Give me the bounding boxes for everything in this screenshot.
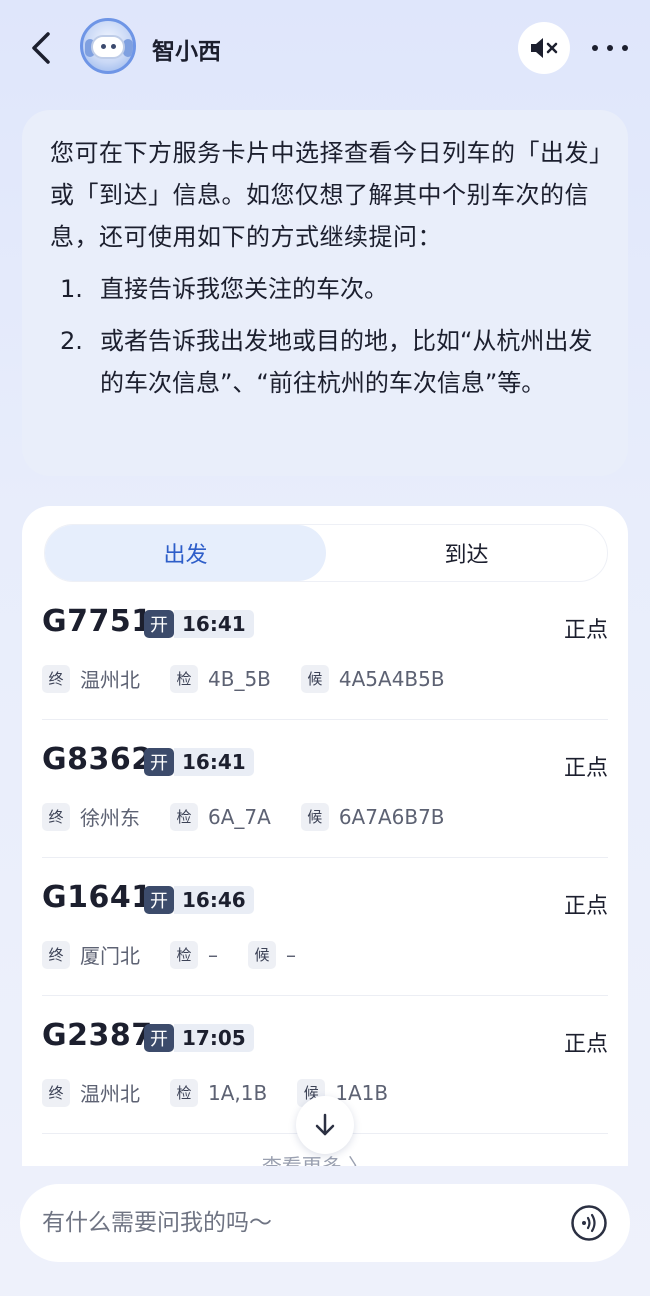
depart-tag: 开 — [144, 886, 174, 914]
list-number: 2. — [60, 327, 83, 355]
terminal-station: 温州北 — [80, 1082, 140, 1106]
check-tag: 检 — [170, 664, 198, 693]
message-list: 1. 直接告诉我您关注的车次。 2. 或者告诉我出发地或目的地，比如“从杭州出发… — [50, 268, 602, 404]
train-code: G7751 — [42, 604, 153, 639]
train-code: G1641 — [42, 880, 153, 915]
waiting-area: – — [286, 942, 296, 967]
depart-time: 17:05 — [174, 1024, 254, 1052]
message-list-item: 1. 直接告诉我您关注的车次。 — [50, 268, 602, 310]
train-status: 正点 — [563, 894, 608, 919]
chat-input-bar — [20, 1184, 630, 1262]
avatar-eye — [111, 44, 116, 49]
tab-depart[interactable]: 出发 — [45, 525, 326, 581]
speaker-mute-icon — [531, 38, 558, 58]
train-service-card: 出发 到达 G7751 开 16:41 正点 终 温州北 检 4B_5B 候 4… — [22, 506, 628, 1166]
more-dots-icon — [607, 45, 613, 51]
depart-tag: 开 — [144, 1024, 174, 1052]
bot-avatar[interactable] — [80, 18, 136, 74]
depart-time: 16:41 — [174, 610, 254, 638]
depart-tag: 开 — [144, 748, 174, 776]
check-gate: 4B_5B — [208, 666, 271, 691]
train-meta: 终 温州北 检 4B_5B 候 4A5A4B5B — [42, 664, 475, 693]
terminal-station: 徐州东 — [80, 806, 140, 830]
tab-arrive[interactable]: 到达 — [326, 525, 607, 581]
terminal-station: 温州北 — [80, 668, 140, 692]
wait-tag: 候 — [248, 940, 276, 969]
train-status: 正点 — [563, 756, 608, 781]
check-gate: – — [208, 942, 218, 967]
depart-time: 16:46 — [174, 886, 254, 914]
train-status: 正点 — [563, 618, 608, 643]
train-status: 正点 — [563, 1032, 608, 1057]
terminal-tag: 终 — [42, 664, 70, 693]
bot-message-bubble: 您可在下方服务卡片中选择查看今日列车的「出发」或「到达」信息。如您仅想了解其中个… — [22, 110, 628, 476]
depart-tag: 开 — [144, 610, 174, 638]
train-row[interactable]: G8362 开 16:41 正点 终 徐州东 检 6A_7A 候 6A7A6B7… — [42, 720, 608, 858]
check-tag: 检 — [170, 940, 198, 969]
bot-name: 智小西 — [152, 39, 221, 65]
wait-tag: 候 — [300, 664, 329, 693]
more-button[interactable] — [592, 36, 628, 60]
more-dots-icon — [592, 45, 598, 51]
voice-input-button[interactable] — [570, 1204, 608, 1242]
mute-button[interactable] — [518, 22, 570, 74]
avatar-eye — [101, 44, 106, 49]
train-code: G2387 — [42, 1018, 153, 1053]
train-meta: 终 厦门北 检 – 候 – — [42, 940, 326, 969]
more-dots-icon — [622, 45, 628, 51]
chevron-left-icon — [32, 32, 50, 64]
direction-tabs: 出发 到达 — [44, 524, 608, 582]
chat-input[interactable] — [42, 1202, 522, 1244]
back-button[interactable] — [26, 28, 58, 68]
list-number: 1. — [60, 275, 83, 303]
train-row[interactable]: G7751 开 16:41 正点 终 温州北 检 4B_5B 候 4A5A4B5… — [42, 582, 608, 720]
depart-time: 16:41 — [174, 748, 254, 776]
message-intro: 您可在下方服务卡片中选择查看今日列车的「出发」或「到达」信息。如您仅想了解其中个… — [50, 139, 602, 251]
train-meta: 终 温州北 检 1A,1B 候 1A1B — [42, 1078, 418, 1107]
terminal-station: 厦门北 — [80, 944, 140, 968]
message-list-item: 2. 或者告诉我出发地或目的地，比如“从杭州出发的车次信息”、“前往杭州的车次信… — [50, 320, 602, 404]
train-code: G8362 — [42, 742, 153, 777]
arrow-down-icon — [315, 1113, 335, 1136]
scroll-down-button[interactable] — [296, 1096, 354, 1154]
list-text: 直接告诉我您关注的车次。 — [100, 275, 388, 303]
voice-wave-icon — [571, 1205, 607, 1241]
train-row[interactable]: G1641 开 16:46 正点 终 厦门北 检 – 候 – — [42, 858, 608, 996]
train-meta: 终 徐州东 检 6A_7A 候 6A7A6B7B — [42, 802, 475, 831]
waiting-area: 1A1B — [335, 1080, 389, 1105]
chat-header: 智小西 — [0, 0, 650, 96]
terminal-tag: 终 — [42, 940, 70, 969]
check-gate: 6A_7A — [208, 804, 271, 829]
terminal-tag: 终 — [42, 1078, 70, 1107]
check-tag: 检 — [170, 1078, 198, 1107]
check-tag: 检 — [170, 802, 198, 831]
waiting-area: 6A7A6B7B — [338, 804, 445, 829]
check-gate: 1A,1B — [208, 1080, 268, 1105]
list-text: 或者告诉我出发地或目的地，比如“从杭州出发的车次信息”、“前往杭州的车次信息”等… — [100, 327, 593, 397]
avatar-face — [91, 35, 125, 59]
terminal-tag: 终 — [42, 802, 70, 831]
wait-tag: 候 — [300, 802, 329, 831]
waiting-area: 4A5A4B5B — [338, 666, 445, 691]
